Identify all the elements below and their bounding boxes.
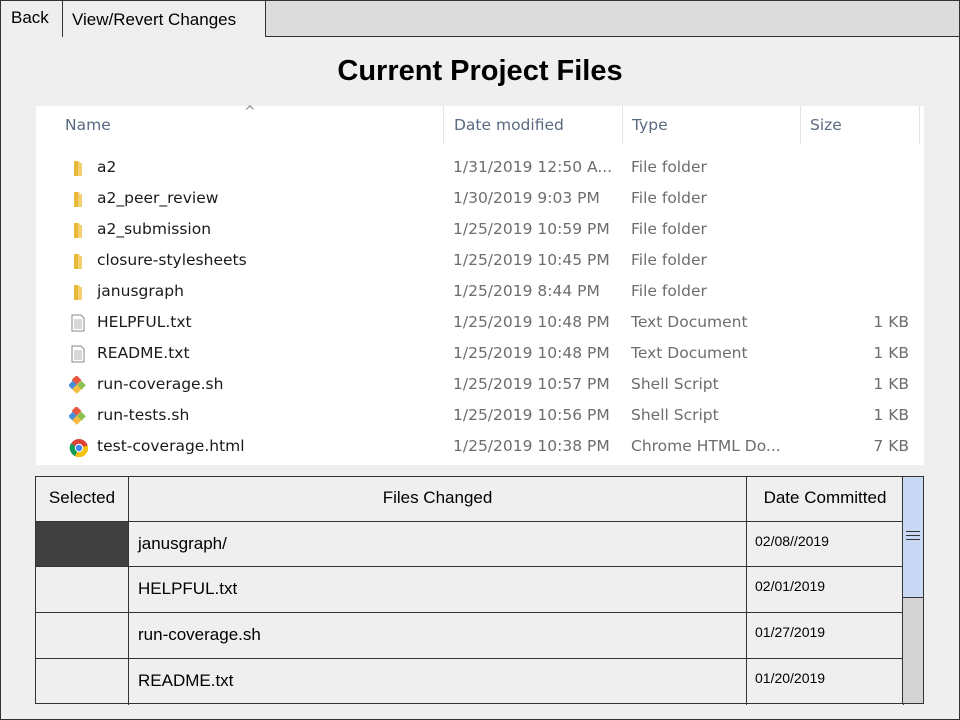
- file-name: a2_peer_review: [97, 189, 219, 207]
- file-size: 1 KB: [873, 313, 909, 331]
- file-row[interactable]: README.txt 1/25/2019 10:48 PM Text Documen…: [36, 338, 924, 369]
- file-type: File folder: [631, 282, 707, 300]
- changes-table-header: Selected Files Changed Date Committed: [36, 477, 904, 522]
- header-date-committed: Date Committed: [747, 477, 904, 521]
- file-size: 1 KB: [873, 406, 909, 424]
- changes-table-scrollbar[interactable]: [902, 476, 924, 704]
- file-date-modified: 1/25/2019 10:57 PM: [453, 375, 610, 393]
- file-name: a2_submission: [97, 220, 212, 238]
- column-header-date-modified[interactable]: Date modified: [443, 106, 623, 144]
- file-date-modified: 1/25/2019 10:38 PM: [453, 437, 610, 455]
- file-name: a2: [97, 158, 117, 176]
- file-name: run-tests.sh: [97, 406, 190, 424]
- file-name: HELPFUL.txt: [97, 313, 192, 331]
- file-type: Shell Script: [631, 406, 719, 424]
- date-committed: 02/01/2019: [747, 567, 904, 612]
- view-revert-changes-button[interactable]: View/Revert Changes: [62, 0, 266, 37]
- file-size: [796, 245, 909, 276]
- file-date-modified: 1/25/2019 8:44 PM: [453, 282, 600, 300]
- file-size: 1 KB: [873, 375, 909, 393]
- column-header-type[interactable]: Type: [621, 106, 801, 144]
- changes-table-row[interactable]: run-coverage.sh 01/27/2019: [36, 613, 904, 659]
- file-date-modified: 1/25/2019 10:59 PM: [453, 220, 610, 238]
- date-committed: 02/08//2019: [747, 522, 904, 566]
- header-selected: Selected: [36, 477, 129, 521]
- folder-icon: [69, 252, 87, 270]
- toolbar: Back View/Revert Changes: [0, 0, 960, 37]
- selected-cell[interactable]: [36, 659, 129, 705]
- file-name: closure-stylesheets: [97, 251, 247, 269]
- file-date-modified: 1/25/2019 10:56 PM: [453, 406, 610, 424]
- file-name: run-coverage.sh: [97, 375, 224, 393]
- grip-line: [906, 531, 920, 532]
- file-explorer-list: Name ^ Date modified Type Size a2 1/31/20…: [36, 104, 924, 465]
- git-script-icon: [68, 375, 87, 394]
- file-row[interactable]: run-tests.sh 1/25/2019 10:56 PM Shell Scri…: [36, 400, 924, 431]
- file-type: Text Document: [631, 313, 748, 331]
- git-script-icon: [68, 406, 87, 425]
- file-row[interactable]: janusgraph 1/25/2019 8:44 PM File folder: [36, 276, 924, 307]
- file-date-modified: 1/30/2019 9:03 PM: [453, 189, 600, 207]
- selected-cell[interactable]: [36, 567, 129, 612]
- file-size: [796, 152, 909, 183]
- file-row[interactable]: a2_submission 1/25/2019 10:59 PM File fold…: [36, 214, 924, 245]
- file-row[interactable]: a2_peer_review 1/30/2019 9:03 PM File fold…: [36, 183, 924, 214]
- file-row[interactable]: test-coverage.html 1/25/2019 10:38 PM Chro…: [36, 431, 924, 462]
- file-size: 7 KB: [873, 437, 909, 455]
- file-name: janusgraph: [97, 282, 184, 300]
- grip-line: [906, 535, 920, 536]
- file-type: File folder: [631, 189, 707, 207]
- file-size: [796, 214, 909, 245]
- text-document-icon: [69, 314, 87, 332]
- changes-table-row[interactable]: README.txt 01/20/2019: [36, 659, 904, 705]
- file-size: 1 KB: [873, 344, 909, 362]
- changed-file-name: README.txt: [129, 659, 747, 705]
- explorer-header: Name ^ Date modified Type Size: [36, 104, 924, 144]
- file-row[interactable]: a2 1/31/2019 12:50 A... File folder: [36, 152, 924, 183]
- changes-table-row[interactable]: janusgraph/02/08//2019: [36, 522, 904, 567]
- file-size: [796, 276, 909, 307]
- date-committed: 01/27/2019: [747, 613, 904, 658]
- file-date-modified: 1/31/2019 12:50 A...: [453, 158, 613, 176]
- file-type: Text Document: [631, 344, 748, 362]
- folder-icon: [69, 221, 87, 239]
- file-row[interactable]: run-coverage.sh 1/25/2019 10:57 PM Shell S…: [36, 369, 924, 400]
- file-type: Shell Script: [631, 375, 719, 393]
- text-document-icon: [69, 345, 87, 363]
- grip-line: [906, 539, 920, 540]
- file-date-modified: 1/25/2019 10:48 PM: [453, 313, 610, 331]
- folder-icon: [69, 190, 87, 208]
- date-committed: 01/20/2019: [747, 659, 904, 705]
- changes-table: Selected Files Changed Date Committed ja…: [35, 476, 904, 705]
- file-type: File folder: [631, 251, 707, 269]
- file-name: README.txt: [97, 344, 190, 362]
- file-row[interactable]: HELPFUL.txt 1/25/2019 10:48 PM Text Docume…: [36, 307, 924, 338]
- back-button[interactable]: Back: [0, 0, 63, 37]
- sort-ascending-icon: ^: [244, 104, 256, 120]
- scrollbar-thumb[interactable]: [903, 477, 923, 598]
- file-row[interactable]: closure-stylesheets 1/25/2019 10:45 PM Fil…: [36, 245, 924, 276]
- folder-icon: [69, 159, 87, 177]
- file-date-modified: 1/25/2019 10:48 PM: [453, 344, 610, 362]
- changes-table-row[interactable]: HELPFUL.txt 02/01/2019: [36, 567, 904, 613]
- file-size: [796, 183, 909, 214]
- file-type: Chrome HTML Do...: [631, 437, 781, 455]
- folder-icon: [69, 283, 87, 301]
- header-files-changed: Files Changed: [129, 477, 747, 521]
- selected-cell[interactable]: [36, 522, 129, 566]
- changed-file-name: janusgraph/: [129, 522, 747, 566]
- file-type: File folder: [631, 220, 707, 238]
- file-type: File folder: [631, 158, 707, 176]
- page-title: Current Project Files: [337, 55, 623, 87]
- changed-file-name: HELPFUL.txt: [129, 567, 747, 612]
- file-date-modified: 1/25/2019 10:45 PM: [453, 251, 610, 269]
- column-header-size[interactable]: Size: [799, 106, 920, 144]
- chrome-icon: [69, 438, 89, 458]
- file-name: test-coverage.html: [97, 437, 245, 455]
- selected-cell[interactable]: [36, 613, 129, 658]
- changed-file-name: run-coverage.sh: [129, 613, 747, 658]
